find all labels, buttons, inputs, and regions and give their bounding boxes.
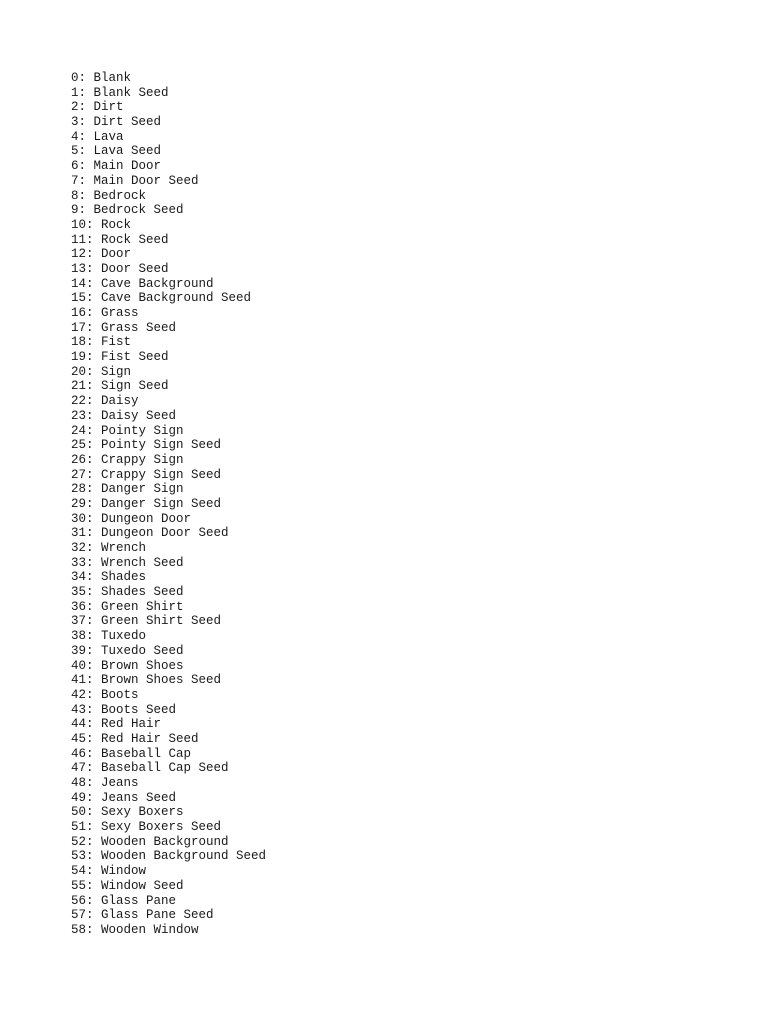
item-line: 36: Green Shirt	[71, 599, 184, 614]
item-line: 21: Sign Seed	[71, 379, 169, 394]
item-line: 16: Grass	[71, 306, 139, 320]
item-line: 0: Blank	[71, 71, 132, 85]
item-line: 39: Tuxedo Seed	[71, 643, 184, 658]
item-line: 24: Pointy Sign	[71, 423, 184, 438]
item-line: 32: Wrench	[71, 541, 147, 555]
item-line: 45: Red Hair Seed	[71, 731, 199, 746]
item-line: 29: Danger Sign Seed	[71, 496, 222, 511]
item-line: 8: Bedrock	[71, 188, 147, 203]
item-line: 3: Dirt Seed	[71, 115, 162, 130]
item-line: 10: Rock	[71, 217, 132, 232]
item-line: 52: Wooden Background	[71, 834, 229, 849]
item-line: 57: Glass Pane Seed	[71, 908, 214, 923]
item-line: 51: Sexy Boxers Seed	[71, 820, 222, 835]
item-line: 2: Dirt	[71, 100, 124, 115]
item-line: 1: Blank Seed	[71, 85, 169, 100]
item-line: 38: Tuxedo	[71, 629, 147, 644]
item-line: 48: Jeans	[71, 776, 139, 790]
item-line: 41: Brown Shoes Seed	[71, 673, 222, 688]
item-line: 53: Wooden Background Seed	[71, 849, 267, 864]
item-line: 40: Brown Shoes	[71, 658, 184, 673]
item-line: 11: Rock Seed	[71, 232, 169, 247]
item-line: 14: Cave Background	[71, 276, 214, 291]
item-line: 23: Daisy Seed	[71, 408, 177, 423]
item-line: 15: Cave Background Seed	[71, 291, 252, 306]
item-line: 18: Fist	[71, 335, 132, 350]
item-line: 49: Jeans Seed	[71, 790, 177, 805]
item-line: 17: Grass Seed	[71, 320, 177, 335]
item-line: 12: Door	[71, 247, 132, 262]
item-line: 4: Lava	[71, 129, 124, 144]
item-line: 9: Bedrock Seed	[71, 203, 184, 218]
item-line: 13: Door Seed	[71, 261, 169, 276]
item-line: 35: Shades Seed	[71, 585, 184, 600]
item-line: 50: Sexy Boxers	[71, 805, 184, 820]
item-line: 31: Dungeon Door Seed	[71, 526, 229, 541]
plain-text-document: 0: Blank 1: Blank Seed 2: Dirt 3: Dirt Seed…	[71, 71, 266, 938]
item-line: 5: Lava Seed	[71, 144, 162, 159]
item-line: 54: Window	[71, 864, 147, 879]
item-line: 22: Daisy	[71, 394, 139, 409]
item-line: 37: Green Shirt Seed	[71, 614, 222, 629]
item-line: 27: Crappy Sign Seed	[71, 467, 222, 482]
item-line: 43: Boots Seed	[71, 702, 177, 717]
item-line: 28: Danger Sign	[71, 482, 184, 497]
item-line: 25: Pointy Sign Seed	[71, 438, 222, 453]
item-line: 47: Baseball Cap Seed	[71, 761, 229, 776]
item-line: 20: Sign	[71, 364, 132, 379]
item-line: 26: Crappy Sign	[71, 452, 184, 467]
item-line: 58: Wooden Window	[71, 922, 199, 937]
item-line: 19: Fist Seed	[71, 350, 169, 365]
item-line: 34: Shades	[71, 570, 147, 585]
item-line: 46: Baseball Cap	[71, 746, 192, 761]
item-line: 7: Main Door Seed	[71, 173, 199, 188]
item-line: 33: Wrench Seed	[71, 555, 184, 570]
item-line: 55: Window Seed	[71, 878, 184, 893]
item-line: 56: Glass Pane	[71, 893, 177, 908]
item-line: 6: Main Door	[71, 159, 162, 174]
item-line: 30: Dungeon Door	[71, 511, 192, 526]
item-line: 44: Red Hair	[71, 717, 162, 732]
item-line: 42: Boots	[71, 687, 139, 702]
